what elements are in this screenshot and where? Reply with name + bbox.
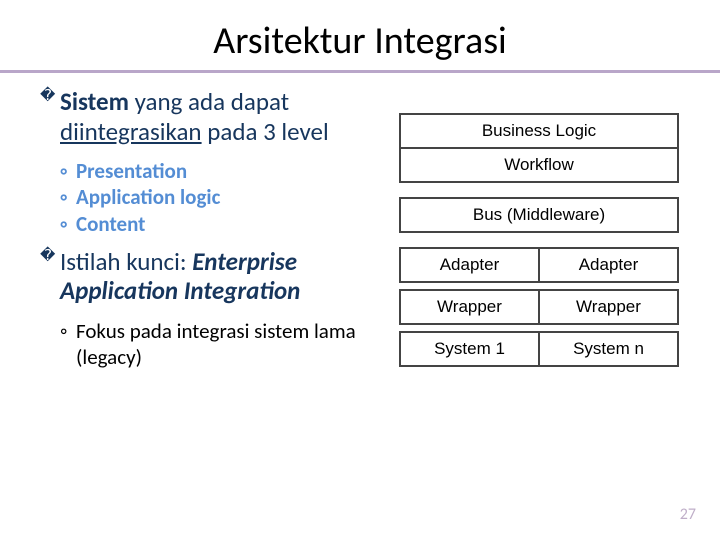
replacement-char-icon: � <box>40 89 55 104</box>
diagram-box: Wrapper <box>399 289 539 325</box>
diagram-box: System n <box>539 331 679 367</box>
sublist-1: Presentation Application logic Content <box>40 158 380 237</box>
bullet-2: � Istilah kunci: Enterprise Application … <box>40 247 380 306</box>
sublist-1-item: Application logic <box>60 184 380 210</box>
slide: Arsitektur Integrasi � Sistem yang ada d… <box>0 0 720 540</box>
content-row: � Sistem yang ada dapat diintegrasikan p… <box>40 87 680 380</box>
sublist-2-item: Fokus pada integrasi sistem lama (legacy… <box>60 318 380 371</box>
diagram-box: Wrapper <box>539 289 679 325</box>
diagram-box: Bus (Middleware) <box>399 197 679 233</box>
bullet-1-after: pada 3 level <box>202 116 329 147</box>
page-number: 27 <box>680 505 696 524</box>
diagram-box: Business Logic <box>399 113 679 149</box>
architecture-diagram: Business Logic Workflow Bus (Middleware)… <box>399 113 679 367</box>
sublist-1-item: Presentation <box>60 158 380 184</box>
sublist-2-em: legacy <box>82 344 135 370</box>
sublist-2: Fokus pada integrasi sistem lama (legacy… <box>40 318 380 371</box>
diagram-box: System 1 <box>399 331 539 367</box>
diagram-gap <box>399 233 679 247</box>
sublist-2-after: ) <box>136 344 142 370</box>
slide-title: Arsitektur Integrasi <box>40 18 680 64</box>
title-divider <box>0 70 720 73</box>
diagram-gap <box>399 183 679 197</box>
right-column: Business Logic Workflow Bus (Middleware)… <box>398 87 680 380</box>
diagram-box: Adapter <box>539 247 679 283</box>
diagram-box: Workflow <box>399 147 679 183</box>
bullet-1-strong: Sistem <box>60 86 129 117</box>
bullet-1: � Sistem yang ada dapat diintegrasikan p… <box>40 87 380 146</box>
sublist-1-item: Content <box>60 211 380 237</box>
bullet-1-mid: yang ada dapat <box>129 86 289 117</box>
replacement-char-icon: � <box>40 249 55 264</box>
diagram-box: Adapter <box>399 247 539 283</box>
left-column: � Sistem yang ada dapat diintegrasikan p… <box>40 87 380 380</box>
bullet-1-underline: diintegrasikan <box>60 116 202 147</box>
bullet-2-text: Istilah kunci: <box>60 246 187 277</box>
